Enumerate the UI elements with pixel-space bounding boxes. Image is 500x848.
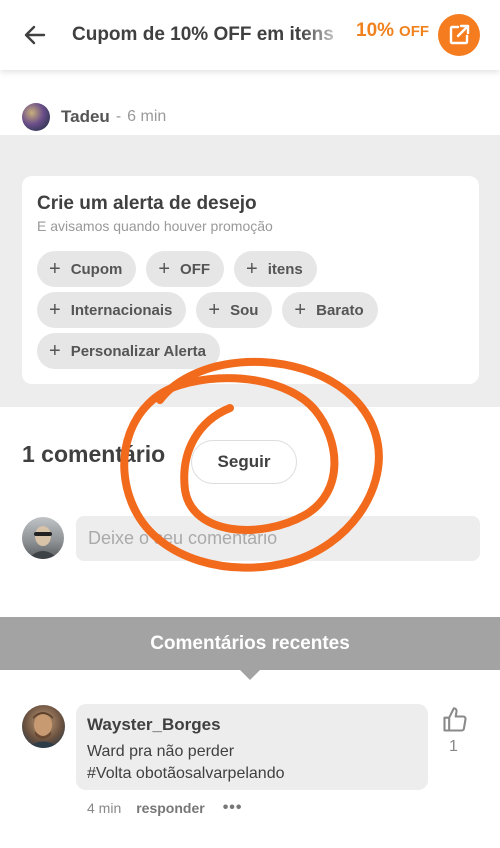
alert-chip[interactable]: + Barato xyxy=(282,292,378,328)
recent-comments-bar: Comentários recentes xyxy=(0,617,500,670)
user-photo-icon xyxy=(28,526,58,559)
comment-text: Ward pra não perder #Volta obotãosalvarp… xyxy=(87,741,285,785)
comment-line: #Volta obotãosalvarpelando xyxy=(87,765,285,782)
alert-title: Crie um alerta de desejo xyxy=(37,193,257,214)
personalize-alert-chip[interactable]: + Personalizar Alerta xyxy=(37,333,221,369)
title-fade xyxy=(300,14,350,54)
commenter-photo-icon xyxy=(27,712,60,748)
comment-author[interactable]: Wayster_Borges xyxy=(87,715,221,735)
chip-label: OFF xyxy=(180,260,211,278)
chip-label: Barato xyxy=(316,301,364,319)
plus-icon: + xyxy=(49,299,61,321)
post-author-row: Tadeu - 6 min xyxy=(22,103,166,131)
wish-alert-card: Crie um alerta de desejo E avisamos quan… xyxy=(22,176,479,384)
comment-line: Ward pra não perder xyxy=(87,743,235,760)
recent-bar-arrow xyxy=(239,669,261,680)
discount-off-label: OFF xyxy=(399,23,430,40)
alert-chip[interactable]: + Sou xyxy=(196,292,273,328)
chip-label: Personalizar Alerta xyxy=(70,342,207,360)
reply-button[interactable]: responder xyxy=(136,800,204,816)
comment-meta: 4 min responder ••• xyxy=(87,799,243,817)
plus-icon: + xyxy=(246,258,258,280)
alert-chip[interactable]: + Cupom xyxy=(37,251,137,287)
comment-time: 4 min xyxy=(87,800,122,816)
discount-percent: 10% xyxy=(356,20,395,41)
plus-icon: + xyxy=(49,258,61,280)
like-button[interactable] xyxy=(441,706,469,734)
thumbs-up-icon xyxy=(443,707,467,732)
arrow-left-icon xyxy=(24,25,46,45)
plus-icon: + xyxy=(158,258,171,280)
more-options-button[interactable]: ••• xyxy=(223,799,243,817)
discount-badge: 10% OFF xyxy=(356,20,429,42)
author-separator: - xyxy=(115,108,122,125)
page-title: Cupom de 10% OFF em itens Internacionais xyxy=(72,24,338,45)
back-button[interactable] xyxy=(22,22,48,48)
alert-chip[interactable]: + OFF xyxy=(146,251,225,287)
comment-author-avatar[interactable] xyxy=(22,705,65,748)
current-user-avatar xyxy=(22,517,64,559)
like-count: 1 xyxy=(449,738,458,755)
alert-chip-list: + Cupom + OFF + itens + Internacionais + Sou … xyxy=(37,251,467,369)
alert-chip[interactable]: + Internacionais xyxy=(37,292,187,328)
plus-icon: + xyxy=(294,299,307,321)
chip-label: Cupom xyxy=(70,260,123,278)
comment-input[interactable] xyxy=(76,516,480,561)
alert-chip[interactable]: + itens xyxy=(234,251,317,287)
author-name[interactable]: Tadeu xyxy=(61,107,110,127)
chip-label: Internacionais xyxy=(70,301,173,319)
plus-icon: + xyxy=(49,340,61,362)
follow-button[interactable]: Seguir xyxy=(191,440,297,484)
external-link-icon xyxy=(449,24,470,45)
go-to-deal-button[interactable] xyxy=(438,14,480,56)
author-avatar[interactable] xyxy=(22,103,50,131)
alert-subtitle: E avisamos quando houver promoção xyxy=(37,218,273,234)
post-time: 6 min xyxy=(127,108,167,125)
comments-count-heading: 1 comentário xyxy=(22,441,166,467)
plus-icon: + xyxy=(208,299,221,321)
app-header: Cupom de 10% OFF em itens Internacionais… xyxy=(0,0,500,70)
chip-label: itens xyxy=(267,260,303,278)
comment-bubble: Wayster_Borges Ward pra não perder #Volt… xyxy=(76,704,428,790)
chip-label: Sou xyxy=(230,301,259,319)
